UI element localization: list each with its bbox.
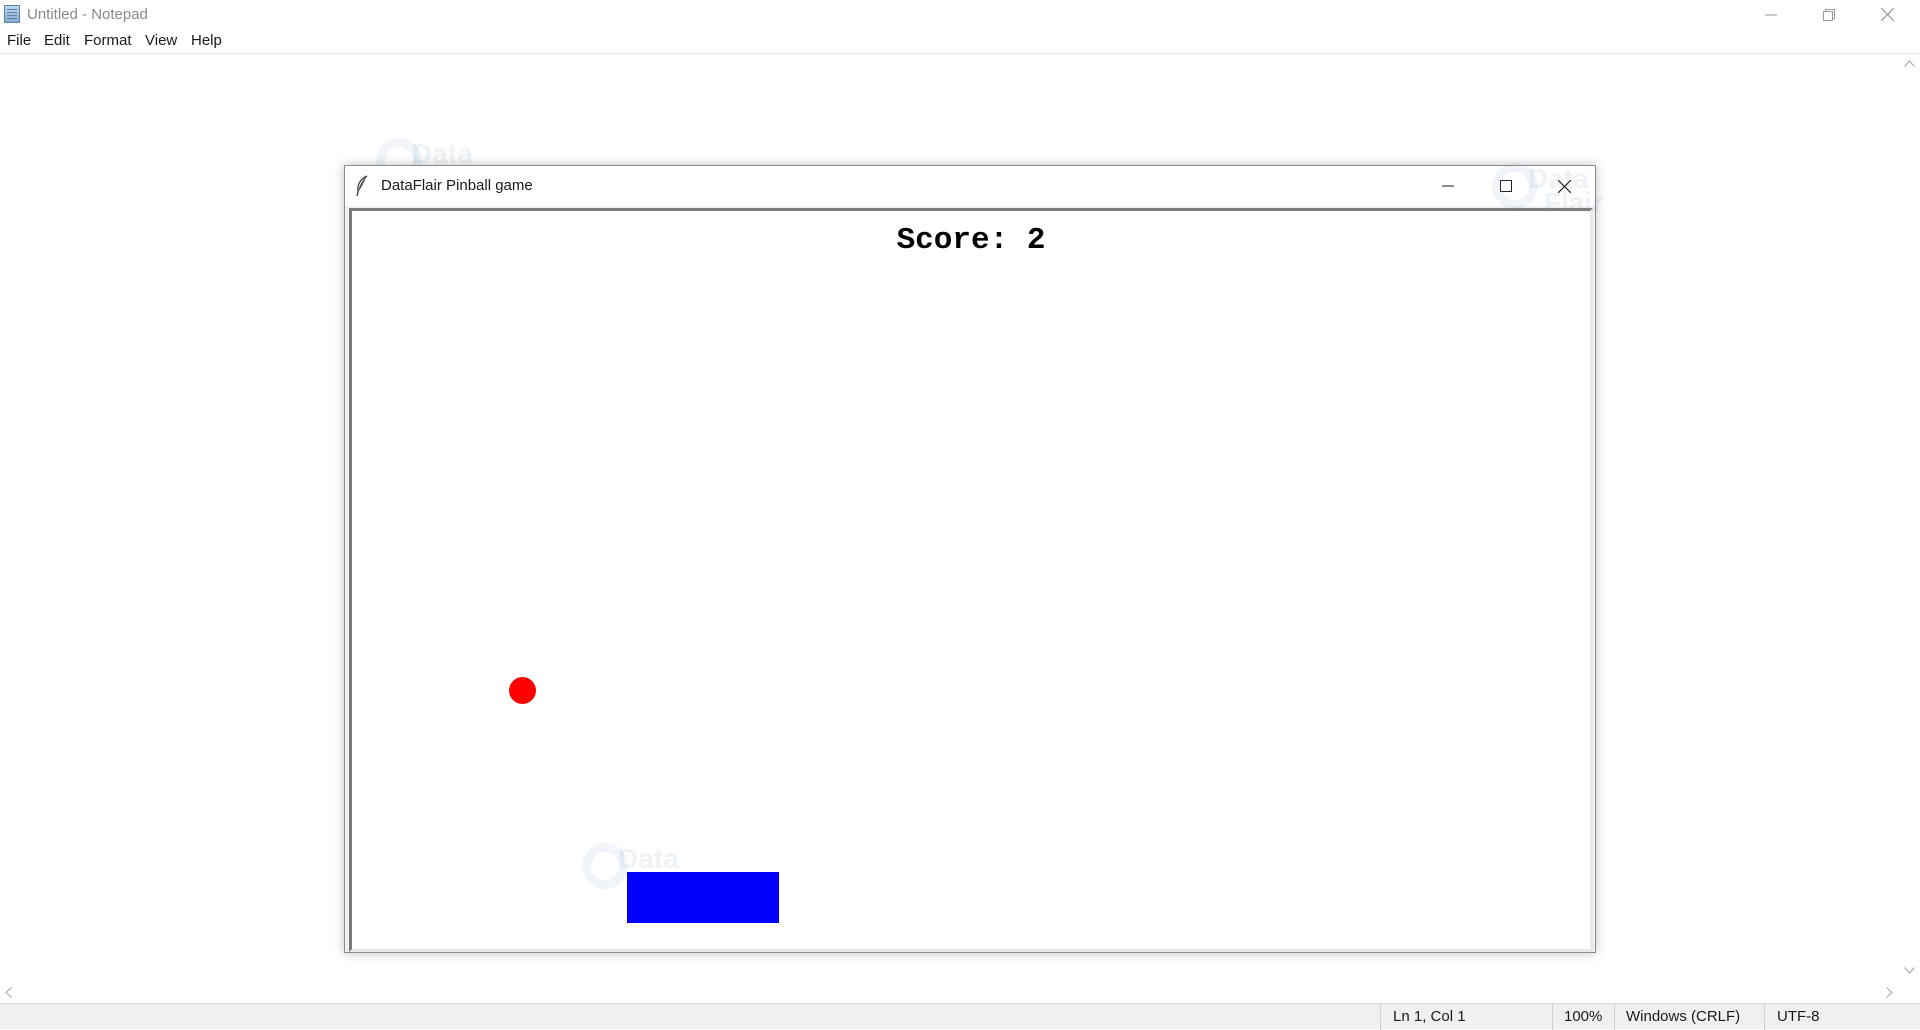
notepad-minimize-button[interactable] xyxy=(1742,0,1800,29)
restore-icon xyxy=(1823,8,1835,21)
menu-file[interactable]: File xyxy=(7,32,31,49)
game-maximize-button[interactable] xyxy=(1477,166,1535,206)
game-titlebar[interactable]: DataFlair Pinball game xyxy=(345,166,1595,206)
notepad-restore-button[interactable] xyxy=(1800,0,1858,29)
menu-edit[interactable]: Edit xyxy=(44,32,70,49)
score-display: Score: 2 xyxy=(352,223,1590,258)
scroll-up-arrow-icon[interactable] xyxy=(1904,60,1915,67)
scroll-right-arrow-icon[interactable] xyxy=(1886,987,1893,998)
watermark-logo-icon xyxy=(582,843,628,889)
status-encoding: UTF-8 xyxy=(1777,1008,1820,1025)
status-zoom: 100% xyxy=(1564,1008,1603,1025)
notepad-titlebar[interactable]: Untitled - Notepad xyxy=(0,0,1920,29)
game-window-title: DataFlair Pinball game xyxy=(381,177,533,194)
status-cursor-position: Ln 1, Col 1 xyxy=(1393,1008,1466,1025)
pinball-game-window: DataFlair Pinball game Score: 2 Data Fla… xyxy=(344,165,1596,953)
vertical-scrollbar[interactable] xyxy=(1899,54,1920,982)
status-line-ending: Windows (CRLF) xyxy=(1626,1008,1741,1025)
scroll-left-arrow-icon[interactable] xyxy=(5,987,12,998)
status-separator xyxy=(1552,1004,1553,1030)
close-icon xyxy=(1880,8,1894,21)
minimize-icon xyxy=(1765,14,1777,15)
feather-icon xyxy=(356,175,368,197)
score-value: 2 xyxy=(1026,223,1046,258)
menu-help[interactable]: Help xyxy=(191,32,222,49)
game-close-button[interactable] xyxy=(1535,166,1593,206)
notepad-close-button[interactable] xyxy=(1858,0,1916,29)
close-icon xyxy=(1557,179,1571,193)
minimize-icon xyxy=(1442,185,1454,187)
status-separator xyxy=(1764,1004,1765,1030)
watermark-text: Data xyxy=(618,843,679,874)
game-canvas[interactable]: Score: 2 Data Flair xyxy=(349,208,1593,952)
ball xyxy=(509,677,536,704)
paddle[interactable] xyxy=(627,872,779,923)
status-separator xyxy=(1614,1004,1615,1030)
notepad-icon xyxy=(4,5,20,23)
status-separator xyxy=(1380,1004,1381,1030)
scroll-down-arrow-icon[interactable] xyxy=(1904,967,1915,974)
menu-format[interactable]: Format xyxy=(84,32,132,49)
game-minimize-button[interactable] xyxy=(1419,166,1477,206)
notepad-menubar: File Edit Format View Help xyxy=(0,29,1920,54)
horizontal-scrollbar[interactable] xyxy=(0,982,1899,1003)
score-label: Score: xyxy=(896,223,1009,258)
notepad-window-title: Untitled - Notepad xyxy=(27,6,148,23)
maximize-icon xyxy=(1500,180,1512,192)
notepad-statusbar: Ln 1, Col 1 100% Windows (CRLF) UTF-8 xyxy=(0,1003,1920,1030)
menu-view[interactable]: View xyxy=(145,32,177,49)
